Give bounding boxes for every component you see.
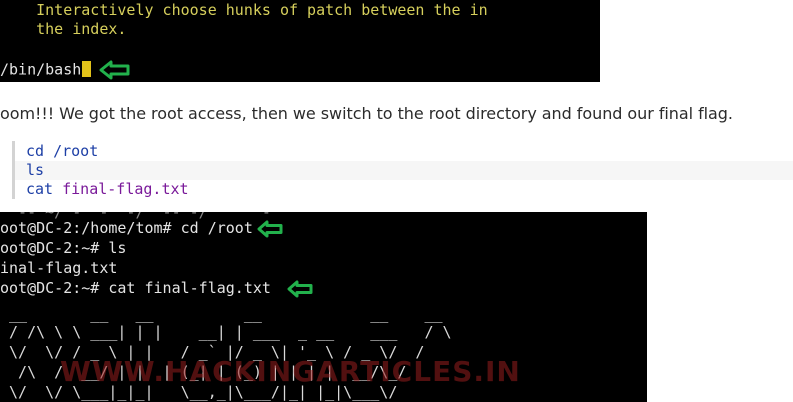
- article-paragraph: oom!!! We got the root access, then we s…: [0, 104, 733, 123]
- terminal-command-line: oot@DC-2:~# cat final-flag.txt: [0, 278, 313, 299]
- terminal-prompt-line: /bin/bash: [0, 59, 131, 81]
- terminal-output-line: Interactively choose hunks of patch betw…: [0, 1, 488, 19]
- code-line-cat: cat final-flag.txt: [26, 180, 189, 199]
- terminal-output-line: the index.: [0, 20, 127, 38]
- bottom-terminal-window: -- ~/ - - -/ -- -/ - oot@DC-2:/home/tom#…: [0, 212, 647, 402]
- green-arrow-icon: [257, 220, 283, 238]
- top-terminal-window: Interactively choose hunks of patch betw…: [0, 0, 600, 82]
- code-command: cd: [26, 142, 45, 160]
- terminal-command-line: oot@DC-2:~# ls: [0, 239, 127, 257]
- code-block: cd /root ls cat final-flag.txt: [12, 141, 793, 199]
- code-command: ls: [26, 161, 45, 179]
- code-line-ls: ls: [15, 161, 793, 180]
- green-arrow-icon: [99, 59, 131, 81]
- code-argument: /root: [53, 142, 99, 160]
- terminal-command-line: oot@DC-2:/home/tom# cd /root: [0, 218, 283, 238]
- terminal-command-text: oot@DC-2:~# cat final-flag.txt: [0, 279, 271, 297]
- site-watermark: WWW.HACKINGARTICLES.IN: [60, 355, 521, 388]
- code-argument: final-flag.txt: [62, 180, 189, 198]
- terminal-output-line: inal-flag.txt: [0, 259, 118, 277]
- code-line-cd: cd /root: [26, 142, 98, 161]
- code-command: cat: [26, 180, 54, 198]
- terminal-prompt-text: /bin/bash: [0, 60, 82, 79]
- ascii-art-line: / /\ \ \ ___| | | __| | ___ _ __ ___ / \: [0, 323, 452, 341]
- terminal-cursor: [82, 60, 92, 77]
- terminal-command-text: oot@DC-2:/home/tom# cd /root: [0, 219, 253, 237]
- ascii-art-line: __ __ __ __ __ __: [0, 305, 443, 323]
- green-arrow-icon: [287, 279, 313, 299]
